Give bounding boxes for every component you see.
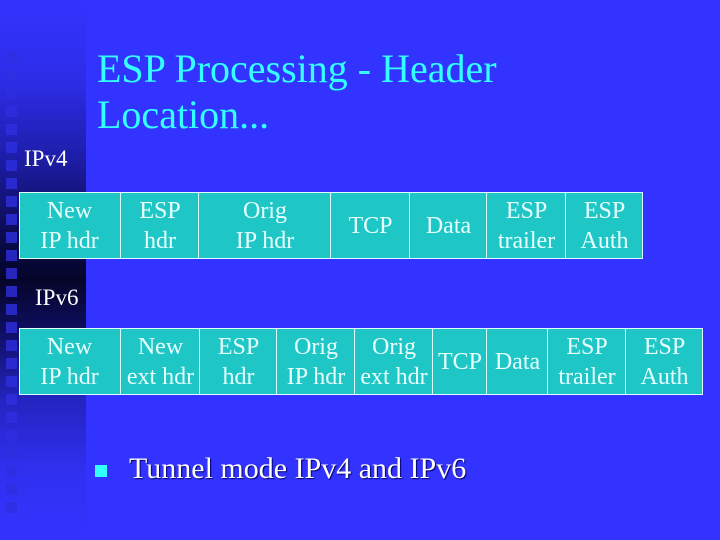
decorative-square — [6, 376, 17, 387]
decorative-square — [6, 340, 17, 351]
decorative-square — [6, 160, 17, 171]
decorative-square — [6, 124, 17, 135]
ipv4-field-cell: TCP — [330, 193, 410, 258]
decorative-square — [6, 502, 17, 513]
decorative-square — [6, 214, 17, 225]
decorative-square — [6, 142, 17, 153]
ipv6-field-cell: Orig ext hdr — [354, 329, 433, 394]
title-line-1: ESP Processing - Header — [97, 46, 497, 91]
decorative-square — [6, 106, 17, 117]
decorative-square — [6, 268, 17, 279]
decorative-square — [6, 304, 17, 315]
decorative-square — [6, 196, 17, 207]
decorative-square — [6, 70, 17, 81]
ipv4-label: IPv4 — [24, 146, 68, 171]
decorative-square — [6, 394, 17, 405]
decorative-side-strip — [0, 0, 86, 540]
ipv6-field-cell: New IP hdr — [40, 333, 99, 390]
ipv6-field-cell: Data — [486, 329, 548, 394]
ipv6-field-cell: TCP — [432, 329, 487, 394]
decorative-square — [6, 466, 17, 477]
square-bullet-icon — [95, 465, 107, 477]
decorative-square — [6, 88, 17, 99]
ipv4-field-cell: Orig IP hdr — [198, 193, 331, 258]
ipv4-field-cell: ESP hdr — [120, 193, 199, 258]
ipv4-field-cell: ESP trailer — [486, 193, 566, 258]
title-line-2: Location... — [97, 92, 270, 137]
ipv4-field-cell: Data — [409, 193, 487, 258]
decorative-square — [6, 358, 17, 369]
slide-title: ESP Processing - Header Location... — [97, 46, 497, 138]
decorative-square — [6, 250, 17, 261]
decorative-square — [6, 322, 17, 333]
ipv6-field-cell: New ext hdr — [120, 329, 200, 394]
ipv6-field-cell: ESP hdr — [199, 329, 277, 394]
decorative-square — [6, 412, 17, 423]
decorative-square — [6, 286, 17, 297]
decorative-square — [6, 178, 17, 189]
bullet-item: Tunnel mode IPv4 and IPv6 — [95, 452, 466, 486]
bullet-text: Tunnel mode IPv4 and IPv6 — [129, 452, 467, 485]
ipv6-packet-diagram: New IP hdr New ext hdr ESP hdr Orig IP hdr O… — [19, 328, 703, 395]
ipv4-packet-diagram: New IP hdr ESP hdr Orig IP hdr TCP Data ESP t… — [19, 192, 643, 259]
decorative-square — [6, 448, 17, 459]
decorative-square — [6, 430, 17, 441]
ipv6-label: IPv6 — [35, 285, 79, 310]
ipv6-field-cell: ESP Auth — [625, 329, 703, 394]
ipv4-field-cell: ESP Auth — [565, 193, 643, 258]
ipv4-field-cell: New IP hdr — [40, 197, 99, 254]
decorative-square — [6, 52, 17, 63]
decorative-square — [6, 484, 17, 495]
ipv6-field-cell: ESP trailer — [547, 329, 626, 394]
ipv6-field-cell: Orig IP hdr — [276, 329, 355, 394]
decorative-square — [6, 232, 17, 243]
